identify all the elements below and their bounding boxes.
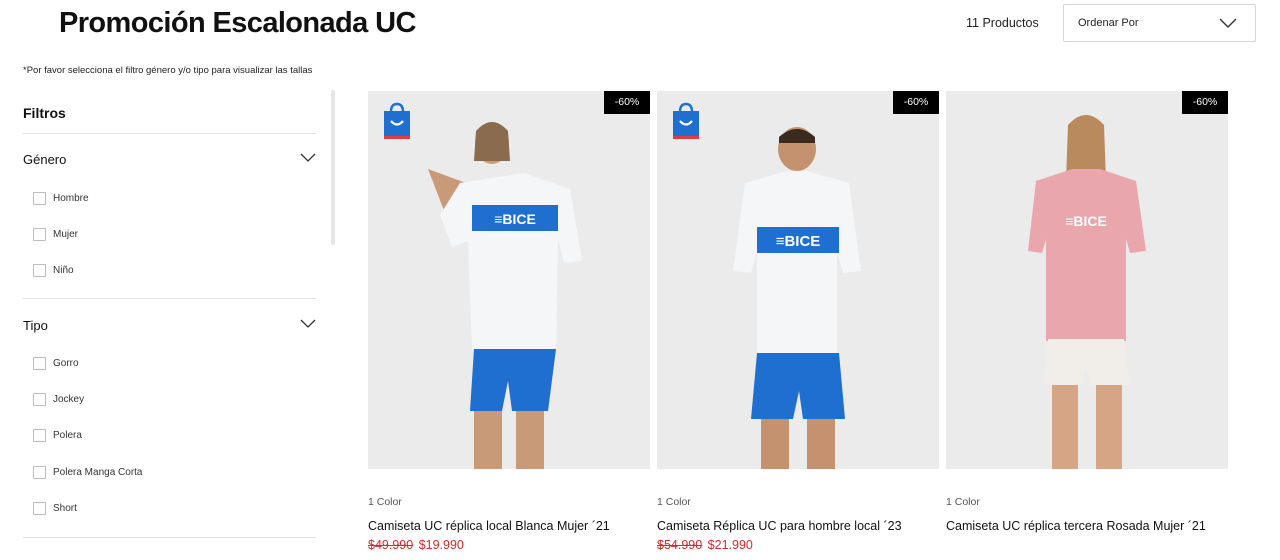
svg-text:≡BICE: ≡BICE — [1065, 213, 1107, 229]
page-title: Promoción Escalonada UC — [59, 7, 416, 39]
product-price: $54.990 $21.990 — [657, 538, 753, 552]
filters-title: Filtros — [23, 105, 66, 121]
checkbox[interactable] — [33, 191, 46, 205]
size-filter-notice: *Por favor selecciona el filtro género y… — [23, 65, 313, 76]
svg-text:≡BICE: ≡BICE — [494, 211, 536, 227]
product-count: 11 Productos — [966, 16, 1039, 30]
color-count: 1 Color — [657, 496, 691, 508]
filter-option-label: Hombre — [53, 192, 89, 204]
filter-option-hombre[interactable]: Hombre — [33, 191, 89, 205]
filter-option-polera[interactable]: Polera — [33, 428, 82, 442]
color-count: 1 Color — [946, 496, 980, 508]
sale-price: $21.990 — [707, 538, 753, 552]
filter-option-short[interactable]: Short — [33, 501, 77, 515]
jersey-illustration: ≡BICE — [733, 127, 861, 469]
chevron-down-icon[interactable] — [300, 318, 316, 329]
jersey-illustration: ≡BICE — [428, 122, 582, 469]
discount-badge: -60% — [893, 91, 939, 114]
divider — [23, 537, 316, 538]
shopping-bag-icon[interactable] — [383, 102, 411, 140]
filter-option-nino[interactable]: Niño — [33, 263, 74, 277]
discount-badge: -60% — [1182, 91, 1228, 114]
sale-price: $19.990 — [418, 538, 464, 552]
product-card[interactable]: ≡BICE -60% 1 Color Camiseta UC réplica l… — [368, 91, 650, 560]
chevron-down-icon — [1219, 18, 1237, 28]
filter-option-label: Polera Manga Corta — [53, 466, 143, 478]
checkbox[interactable] — [33, 356, 46, 370]
filter-option-label: Polera — [53, 429, 82, 441]
filters-sidebar: Filtros Género Hombre Mujer Niño Tipo Go… — [23, 90, 335, 560]
product-card[interactable]: ≡BICE -60% 1 Color Camiseta UC réplica t… — [946, 91, 1228, 560]
product-name[interactable]: Camiseta UC réplica tercera Rosada Mujer… — [946, 519, 1206, 533]
sort-select[interactable]: Ordenar Por — [1063, 4, 1256, 42]
original-price: $49.990 — [368, 538, 414, 552]
product-image[interactable]: ≡BICE — [946, 91, 1228, 469]
discount-badge: -60% — [604, 91, 650, 114]
checkbox[interactable] — [33, 428, 46, 442]
sort-select-label: Ordenar Por — [1078, 17, 1139, 29]
filter-option-label: Short — [53, 502, 77, 514]
filter-option-mujer[interactable]: Mujer — [33, 227, 78, 241]
filter-option-gorro[interactable]: Gorro — [33, 356, 79, 370]
product-image[interactable]: ≡BICE — [657, 91, 939, 469]
checkbox[interactable] — [33, 227, 46, 241]
filter-option-label: Gorro — [53, 357, 79, 369]
product-name[interactable]: Camiseta Réplica UC para hombre local ´2… — [657, 519, 902, 533]
divider — [23, 298, 316, 299]
divider — [23, 133, 316, 134]
color-count: 1 Color — [368, 496, 402, 508]
checkbox[interactable] — [33, 501, 46, 515]
filter-group-tipo[interactable]: Tipo — [23, 318, 48, 333]
filter-option-label: Niño — [53, 264, 74, 276]
svg-text:≡BICE: ≡BICE — [776, 233, 821, 250]
sidebar-scrollbar[interactable] — [331, 90, 335, 245]
product-name[interactable]: Camiseta UC réplica local Blanca Mujer ´… — [368, 519, 610, 533]
checkbox[interactable] — [33, 465, 46, 479]
product-image[interactable]: ≡BICE — [368, 91, 650, 469]
jersey-illustration: ≡BICE — [1028, 115, 1146, 469]
filter-option-label: Mujer — [53, 228, 79, 240]
filter-group-genero[interactable]: Género — [23, 152, 66, 167]
checkbox[interactable] — [33, 263, 46, 277]
product-price: $49.990 $19.990 — [368, 538, 464, 552]
filter-option-polera-manga-corta[interactable]: Polera Manga Corta — [33, 465, 143, 479]
original-price: $54.990 — [657, 538, 703, 552]
filter-option-jockey[interactable]: Jockey — [33, 392, 84, 406]
checkbox[interactable] — [33, 392, 46, 406]
chevron-down-icon[interactable] — [300, 152, 316, 163]
product-card[interactable]: ≡BICE -60% 1 Color Camiseta Réplica UC p… — [657, 91, 939, 560]
filter-option-label: Jockey — [53, 393, 85, 405]
shopping-bag-icon[interactable] — [672, 102, 700, 140]
